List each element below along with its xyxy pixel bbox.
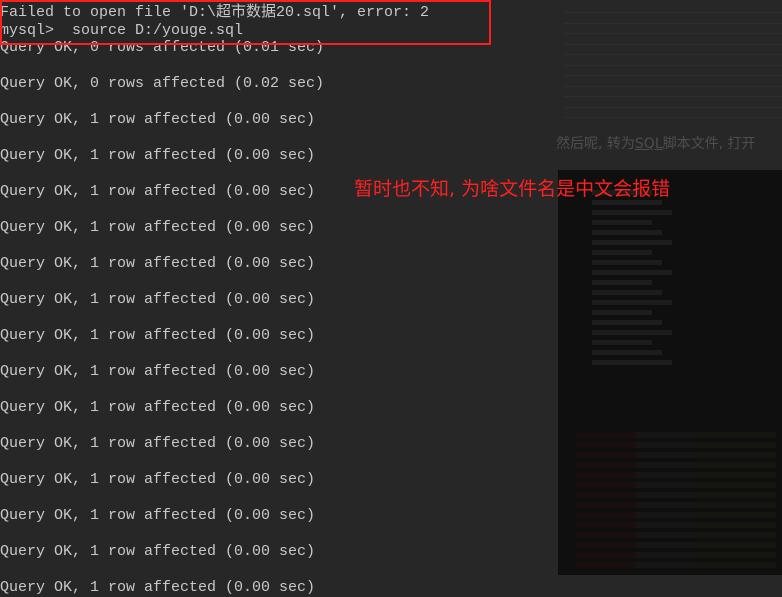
blurred-code-line [576,492,776,498]
blurred-table-row [564,2,782,13]
query-result-line: Query OK, 1 row affected (0.00 sec) [0,543,316,560]
blurred-code-line [576,512,776,518]
blurred-code-line [592,350,662,355]
blurred-code-line [592,320,662,325]
blurred-code-line [576,432,776,438]
query-result-line: Query OK, 1 row affected (0.00 sec) [0,363,316,380]
blurred-code-line [592,360,672,365]
code-block-image [558,170,782,575]
query-result-line: Query OK, 1 row affected (0.00 sec) [0,579,316,596]
blurred-code-line [592,310,652,315]
blurred-code-line [592,210,672,215]
blurred-code-line [592,270,672,275]
blurred-code-line [576,472,776,478]
blurred-code-line [576,502,776,508]
query-result-line: Query OK, 0 rows affected (0.02 sec) [0,75,325,92]
blurred-code-line [592,230,662,235]
blog-background-screenshot: 然后呢, 转为SQL脚本文件, 打开 [556,0,782,592]
query-result-line: Query OK, 1 row affected (0.00 sec) [0,327,316,344]
blurred-code-line [576,522,776,528]
error-highlight-box [0,0,491,45]
blurred-code-line [592,240,672,245]
blurred-code-line [576,552,776,558]
blurred-code-line [576,542,776,548]
blurred-code-line [592,280,652,285]
blurred-code-line [592,300,672,305]
blurred-code-line [576,442,776,448]
blurred-table-row [564,86,782,97]
blurred-code-line [576,452,776,458]
annotation-text: 暂时也不知, 为啥文件名是中文会报错 [354,178,671,200]
query-result-line: Query OK, 1 row affected (0.00 sec) [0,147,316,164]
blog-link-sql[interactable]: SQL [635,136,663,152]
query-result-line: Query OK, 1 row affected (0.00 sec) [0,111,316,128]
blog-paragraph: 然后呢, 转为SQL脚本文件, 打开 [556,133,756,153]
terminal-window[interactable]: Failed to open file 'D:\超市数据20.sql', err… [0,0,560,596]
blurred-table-row [564,13,782,24]
blog-text-before: 然后呢, 转为 [556,136,635,152]
blurred-code-line [592,290,662,295]
blurred-table-row [564,76,782,87]
blurred-table-row [564,65,782,76]
blurred-code-line [576,482,776,488]
query-result-line: Query OK, 1 row affected (0.00 sec) [0,471,316,488]
blurred-code-line [592,220,652,225]
blurred-code-line [576,532,776,538]
blog-text-after: 脚本文件, 打开 [662,136,756,152]
blurred-table-row [564,55,782,66]
query-result-line: Query OK, 1 row affected (0.00 sec) [0,435,316,452]
query-result-line: Query OK, 1 row affected (0.00 sec) [0,183,316,200]
query-result-line: Query OK, 1 row affected (0.00 sec) [0,399,316,416]
query-result-line: Query OK, 1 row affected (0.00 sec) [0,219,316,236]
blurred-code-line [576,462,776,468]
blurred-code-line [576,562,776,568]
blurred-code-line [592,330,672,335]
query-result-line: Query OK, 1 row affected (0.00 sec) [0,291,316,308]
blurred-code-line [592,340,652,345]
blurred-table-row [564,107,782,118]
blurred-table-row [564,34,782,45]
query-result-line: Query OK, 1 row affected (0.00 sec) [0,507,316,524]
blurred-code-line [592,250,652,255]
blurred-code-line [592,260,662,265]
query-result-line: Query OK, 1 row affected (0.00 sec) [0,255,316,272]
blurred-table-row [564,23,782,34]
blurred-table-row [564,44,782,55]
blurred-table-row [564,97,782,108]
